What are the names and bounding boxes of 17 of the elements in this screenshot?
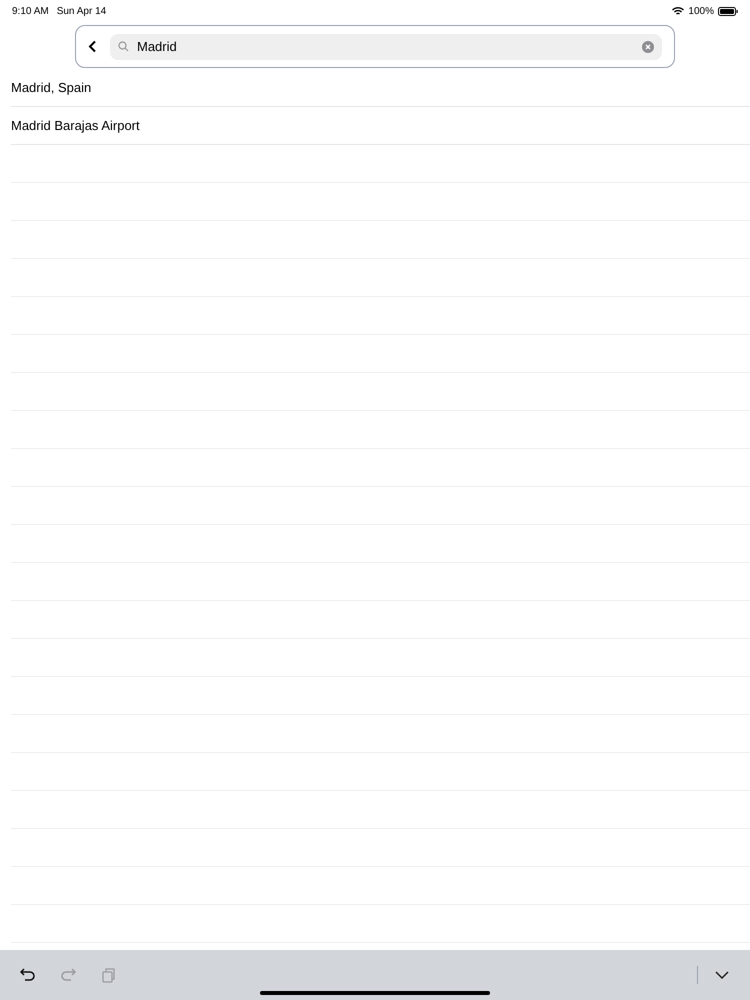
search-icon	[118, 41, 129, 52]
result-item[interactable]: Madrid Barajas Airport	[11, 116, 140, 136]
paste-icon	[100, 967, 116, 983]
status-date: Sun Apr 14	[56, 4, 106, 18]
result-item[interactable]: Madrid, Spain	[11, 78, 92, 98]
status-time: 9:10 AM	[12, 4, 49, 18]
clear-icon[interactable]	[642, 40, 654, 52]
chevron-down-icon	[715, 971, 729, 979]
undo-icon	[20, 967, 36, 983]
back-button[interactable]	[88, 40, 98, 54]
redo-icon	[60, 967, 76, 983]
wifi-icon	[672, 6, 684, 16]
chevron-left-icon	[88, 40, 97, 53]
search-field[interactable]: Madrid	[110, 34, 662, 60]
battery-icon	[718, 6, 738, 16]
battery-percent: 100%	[688, 4, 714, 18]
search-input[interactable]: Madrid	[137, 36, 634, 56]
